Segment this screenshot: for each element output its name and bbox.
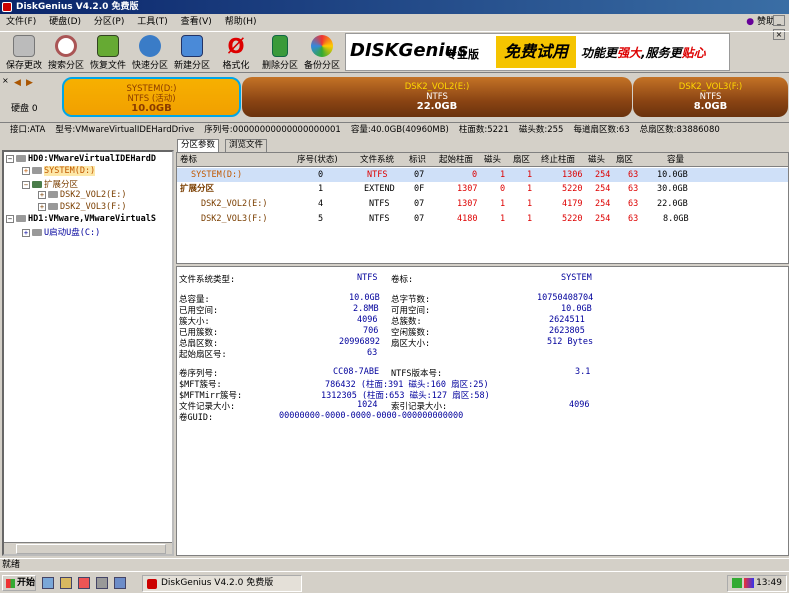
taskbar-task-diskgenius[interactable]: DiskGenius V4.2.0 免费版 bbox=[142, 575, 302, 592]
tab-partition-params[interactable]: 分区参数 bbox=[177, 139, 220, 152]
donate-icon: ● bbox=[746, 17, 755, 27]
tree-item-hd0[interactable]: − HD0:VMwareVirtualIDEHardD bbox=[6, 154, 156, 164]
status-bar: 就绪 bbox=[0, 558, 789, 571]
quicklaunch-computer-icon[interactable] bbox=[114, 577, 126, 589]
window-title: DiskGenius V4.2.0 免费版 bbox=[16, 2, 139, 12]
new-partition-button[interactable]: 新建分区 bbox=[172, 34, 212, 72]
close-icon[interactable]: × bbox=[2, 76, 9, 85]
nav-left-icon[interactable]: ◀ bbox=[14, 78, 21, 88]
tree-item-extended[interactable]: − 扩展分区 bbox=[22, 178, 78, 190]
disk-label: 硬盘 0 bbox=[11, 104, 38, 114]
new-partition-icon bbox=[181, 35, 203, 57]
search-partition-button[interactable]: 搜索分区 bbox=[46, 34, 86, 72]
app-icon bbox=[2, 2, 12, 12]
status-text: 就绪 bbox=[2, 560, 21, 570]
harddisk-icon bbox=[16, 155, 26, 162]
recover-files-button[interactable]: 恢复文件 bbox=[88, 34, 128, 72]
quicklaunch-desktop-icon[interactable] bbox=[42, 577, 54, 589]
menu-help[interactable]: 帮助(H) bbox=[221, 14, 261, 30]
disk-nav: × ◀ ▶ 硬盘 0 bbox=[0, 74, 60, 120]
table-row[interactable]: DSK2_VOL3(F:) 5 NTFS 07 4180 1 1 5220 254 63 8.0GB bbox=[177, 212, 788, 226]
tab-browse-files[interactable]: 浏览文件 bbox=[225, 139, 268, 152]
quicklaunch-pen-icon[interactable] bbox=[96, 577, 108, 589]
extended-partition-icon bbox=[32, 181, 42, 188]
tree-item-hd1[interactable]: − HD1:VMware,VMwareVirtualS bbox=[6, 214, 156, 224]
menu-disk[interactable]: 硬盘(D) bbox=[45, 14, 85, 30]
quicklaunch-tool-icon[interactable] bbox=[78, 577, 90, 589]
quick-partition-icon bbox=[139, 35, 161, 57]
menu-file[interactable]: 文件(F) bbox=[2, 14, 40, 30]
banner-slogan: 功能更强大,服务更贴心 bbox=[581, 46, 706, 60]
disk-tree: − HD0:VMwareVirtualIDEHardD + SYSTEM(D:) −… bbox=[2, 150, 174, 556]
save-icon bbox=[13, 35, 35, 57]
recover-icon bbox=[97, 35, 119, 57]
tree-item-vol3[interactable]: + DSK2_VOL3(F:) bbox=[38, 202, 127, 212]
backup-icon bbox=[311, 35, 333, 57]
quick-partition-button[interactable]: 快速分区 bbox=[130, 34, 170, 72]
partition-icon bbox=[32, 167, 42, 174]
table-row[interactable]: SYSTEM(D:) 0 NTFS 07 0 1 1 1306 254 63 10.0GB bbox=[177, 168, 788, 182]
partition-details: 文件系统类型: NTFS 卷标: SYSTEM 总容量: 10.0GB 总字节数: 10… bbox=[176, 266, 789, 556]
delete-partition-button[interactable]: 删除分区 bbox=[260, 34, 300, 72]
disk-info-line: 接口:ATA 型号:VMwareVirtualIDEHardDrive 序列号:00… bbox=[0, 122, 789, 136]
table-row[interactable]: 扩展分区 1 EXTEND 0F 1307 0 1 5220 254 63 30.0GB bbox=[177, 182, 788, 196]
diskgenius-window: { "window":{"title":"DiskGenius V4.2.0 免… bbox=[0, 0, 789, 593]
table-row[interactable]: DSK2_VOL2(E:) 4 NTFS 07 1307 1 1 4179 254 63 22.0G… bbox=[177, 197, 788, 211]
tree-horizontal-scrollbar[interactable] bbox=[4, 542, 172, 554]
tree-item-system[interactable]: + SYSTEM(D:) bbox=[22, 166, 96, 176]
partition-bar: SYSTEM(D:) NTFS (活动) 10.0GB DSK2_VOL2(E:… bbox=[62, 77, 788, 117]
menu-view[interactable]: 查看(V) bbox=[177, 14, 216, 30]
format-icon: Ø bbox=[227, 34, 245, 58]
system-tray: 13:49 bbox=[727, 575, 787, 592]
save-changes-button[interactable]: 保存更改 bbox=[4, 34, 44, 72]
partition-icon bbox=[48, 203, 58, 210]
menu-partition[interactable]: 分区(P) bbox=[90, 14, 128, 30]
harddisk-icon bbox=[16, 215, 26, 222]
banner-free-trial: 免费试用 bbox=[496, 36, 576, 68]
scroll-thumb[interactable] bbox=[16, 544, 166, 554]
tray-network-icon[interactable] bbox=[732, 578, 742, 588]
trash-icon bbox=[272, 35, 288, 57]
menu-bar: 文件(F) 硬盘(D) 分区(P) 工具(T) 查看(V) 帮助(H) ● 赞助 bbox=[0, 14, 789, 30]
partition-icon bbox=[32, 229, 42, 236]
partition-block-vol3[interactable]: DSK2_VOL3(F:) NTFS 8.0GB bbox=[633, 77, 788, 117]
table-header: 卷标 序号(状态) 文件系统 标识 起始柱面 磁头 扇区 终止柱面 磁头 扇区 … bbox=[177, 153, 788, 167]
taskbar: 开始 DiskGenius V4.2.0 免费版 13:49 bbox=[0, 571, 789, 593]
magnifier-icon bbox=[55, 35, 77, 57]
title-bar: DiskGenius V4.2.0 免费版 bbox=[0, 0, 789, 14]
minimize-icon[interactable]: _ bbox=[773, 15, 785, 26]
promo-banner[interactable]: DISKGenius 专业版 免费试用 功能更强大,服务更贴心 bbox=[345, 33, 730, 71]
partition-block-system[interactable]: SYSTEM(D:) NTFS (活动) 10.0GB bbox=[62, 77, 241, 117]
disk-map-bar: × ◀ ▶ 硬盘 0 SYSTEM(D:) NTFS (活动) 10.0GB D… bbox=[0, 74, 789, 120]
partition-block-vol2[interactable]: DSK2_VOL2(E:) NTFS 22.0GB bbox=[242, 77, 632, 117]
partition-icon bbox=[48, 191, 58, 198]
tray-display-icon[interactable] bbox=[744, 578, 754, 588]
banner-edition: 专业版 bbox=[446, 48, 479, 61]
start-button[interactable]: 开始 bbox=[2, 575, 36, 591]
clock: 13:49 bbox=[756, 578, 782, 588]
tree-item-vol2[interactable]: + DSK2_VOL2(E:) bbox=[38, 190, 127, 200]
partition-table: 卷标 序号(状态) 文件系统 标识 起始柱面 磁头 扇区 终止柱面 磁头 扇区 … bbox=[176, 152, 789, 264]
nav-right-icon[interactable]: ▶ bbox=[26, 78, 33, 88]
backup-partition-button[interactable]: 备份分区 bbox=[302, 34, 342, 72]
format-button[interactable]: Ø 格式化 bbox=[216, 34, 256, 72]
menu-tools[interactable]: 工具(T) bbox=[133, 14, 172, 30]
quicklaunch-explorer-icon[interactable] bbox=[60, 577, 72, 589]
tree-item-usb[interactable]: + U启动U盘(C:) bbox=[22, 226, 100, 238]
